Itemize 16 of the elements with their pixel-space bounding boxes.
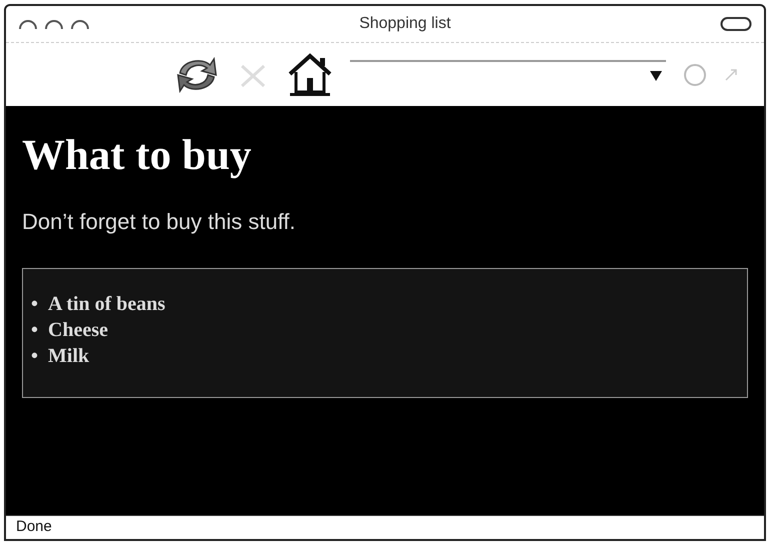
dropdown-arrow-icon[interactable] [650, 70, 662, 80]
intro-text: Don’t forget to buy this stuff. [22, 208, 297, 236]
window-control-icon[interactable] [44, 18, 64, 30]
page-heading: What to buy [22, 134, 252, 177]
list-item: Cheese [48, 318, 108, 343]
list-item: Milk [48, 344, 90, 369]
home-icon[interactable] [286, 52, 334, 98]
toolbar-toggle-icon[interactable] [720, 16, 752, 32]
status-text: Done [16, 517, 52, 538]
window-title: Shopping list [359, 14, 451, 34]
bullet-mark: • [31, 318, 38, 343]
list-item: A tin of beans [48, 292, 166, 317]
window-control-icon[interactable] [18, 18, 38, 30]
bullet-mark: • [31, 344, 38, 369]
window-control-icon[interactable] [70, 18, 90, 30]
bullet-mark: • [31, 292, 38, 317]
